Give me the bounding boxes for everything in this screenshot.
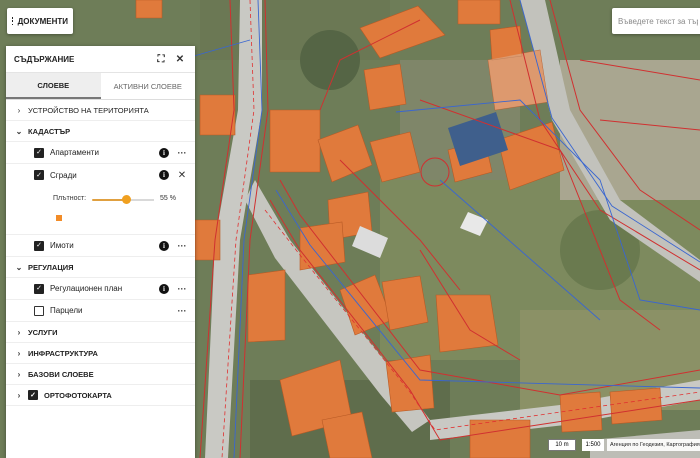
group-label: УСЛУГИ <box>28 327 58 337</box>
info-icon[interactable]: i <box>159 283 169 294</box>
close-icon[interactable]: ✕ <box>173 54 187 65</box>
chevron-right-icon: › <box>17 327 21 337</box>
layer-properties: ✓ Имоти i ··· <box>6 235 195 257</box>
more-icon[interactable]: ··· <box>177 241 187 251</box>
chevron-down-icon: ⌄ <box>15 262 23 272</box>
layer-checkbox[interactable]: ✓ <box>34 240 44 251</box>
layer-checkbox[interactable] <box>34 305 44 316</box>
group-label: КАДАСТЪР <box>28 126 71 136</box>
chevron-right-icon: › <box>17 348 21 358</box>
layer-label: Имоти <box>50 241 74 250</box>
content-panel: СЪДЪРЖАНИЕ ⛶ ✕ СЛОЕВЕ АКТИВНИ СЛОЕВЕ › У… <box>6 46 195 458</box>
chevron-right-icon: › <box>17 369 21 379</box>
more-icon[interactable]: ··· <box>177 148 187 158</box>
group-regulation[interactable]: ⌄ РЕГУЛАЦИЯ <box>6 257 195 278</box>
documents-label: ДОКУМЕНТИ <box>17 16 68 26</box>
group-label: ОРТОФОТОКАРТА <box>44 390 112 400</box>
documents-button[interactable]: ДОКУМЕНТИ <box>7 8 73 34</box>
group-label: ИНФРАСТРУКТУРА <box>28 348 98 358</box>
layer-apartments: ✓ Апартаменти i ··· <box>6 142 195 164</box>
search-box[interactable] <box>612 8 700 34</box>
layer-checkbox[interactable]: ✓ <box>28 390 38 400</box>
layer-label: Регулационен план <box>50 284 123 293</box>
group-cadastre[interactable]: ⌄ КАДАСТЪР <box>6 121 195 142</box>
panel-title: СЪДЪРЖАНИЕ <box>14 54 75 64</box>
layer-label: Апартаменти <box>50 148 99 157</box>
tab-layers[interactable]: СЛОЕВЕ <box>6 73 101 99</box>
more-icon[interactable]: ··· <box>177 284 187 294</box>
info-icon[interactable]: i <box>159 147 169 158</box>
group-infrastructure[interactable]: › ИНФРАСТРУКТУРА <box>6 343 195 364</box>
layer-label: Парцели <box>50 306 83 315</box>
search-input[interactable] <box>618 16 698 26</box>
group-services[interactable]: › УСЛУГИ <box>6 322 195 343</box>
layer-parcels: Парцели ··· <box>6 300 195 322</box>
scale-bar: 10 m <box>548 439 576 451</box>
group-label: УСТРОЙСТВО НА ТЕРИТОРИЯТА <box>28 105 149 115</box>
scale-ratio[interactable]: 1:500 <box>582 439 604 451</box>
chevron-right-icon: › <box>17 105 21 115</box>
group-orthophoto[interactable]: › ✓ ОРТОФОТОКАРТА <box>6 385 195 406</box>
layer-checkbox[interactable]: ✓ <box>34 283 44 294</box>
fullscreen-icon[interactable]: ⛶ <box>154 54 168 65</box>
layer-checkbox[interactable]: ✓ <box>34 170 44 180</box>
panel-tabs: СЛОЕВЕ АКТИВНИ СЛОЕВЕ <box>6 73 195 100</box>
opacity-control: Плътност: 55 % <box>6 186 195 235</box>
close-icon[interactable]: ✕ <box>177 170 187 181</box>
group-spatial-planning[interactable]: › УСТРОЙСТВО НА ТЕРИТОРИЯТА <box>6 100 195 121</box>
layer-checkbox[interactable]: ✓ <box>34 147 44 158</box>
info-icon[interactable]: i <box>159 240 169 251</box>
tab-active-layers[interactable]: АКТИВНИ СЛОЕВЕ <box>101 73 196 99</box>
opacity-label: Плътност: <box>53 195 87 202</box>
layer-regulation-plan: ✓ Регулационен план i ··· <box>6 278 195 300</box>
legend-swatch <box>56 215 62 221</box>
layer-label: Сгради <box>50 170 77 180</box>
info-icon[interactable]: i <box>159 170 169 180</box>
opacity-slider-handle[interactable] <box>121 195 131 204</box>
panel-header: СЪДЪРЖАНИЕ ⛶ ✕ <box>6 46 195 73</box>
chevron-down-icon: ⌄ <box>15 126 23 136</box>
group-label: РЕГУЛАЦИЯ <box>28 262 74 272</box>
hamburger-icon <box>12 17 13 25</box>
more-icon[interactable]: ··· <box>177 306 187 316</box>
group-base-layers[interactable]: › БАЗОВИ СЛОЕВЕ <box>6 364 195 385</box>
chevron-right-icon: › <box>17 390 21 400</box>
map-attribution: Агенция по Геодезия, Картография и Кадас… <box>607 439 700 451</box>
opacity-value: 55 % <box>160 195 176 202</box>
group-label: БАЗОВИ СЛОЕВЕ <box>28 369 94 379</box>
layer-buildings: ✓ Сгради i ✕ <box>6 164 195 186</box>
